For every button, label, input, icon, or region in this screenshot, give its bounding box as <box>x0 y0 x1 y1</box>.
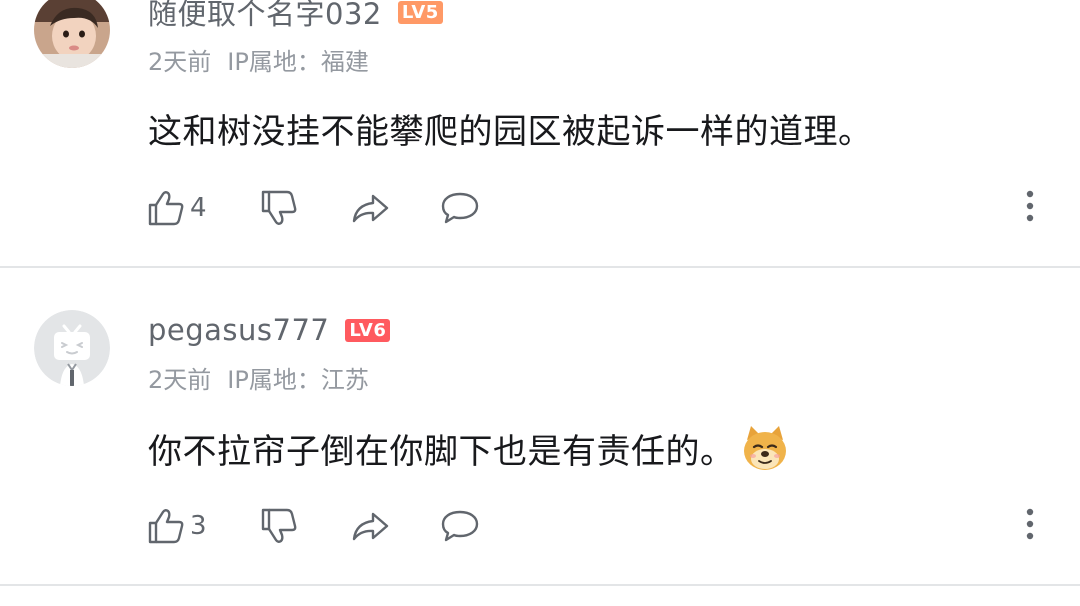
comment-text: 这和树没挂不能攀爬的园区被起诉一样的道理。 <box>148 104 873 152</box>
ip-location: IP属地：江苏 <box>227 366 369 394</box>
thumb-down-icon <box>259 506 299 546</box>
username-row: 随便取个名字032 LV5 <box>148 0 443 32</box>
divider <box>0 584 1080 586</box>
comment-item: 随便取个名字032 LV5 2天前 IP属地：福建 这和树没挂不能攀爬的园区被起… <box>0 0 1080 268</box>
comment-time: 2天前 <box>148 366 212 394</box>
like-button[interactable]: 3 <box>146 506 207 546</box>
reply-button[interactable] <box>439 506 481 546</box>
comment-actions: 3 <box>146 506 481 546</box>
like-button[interactable]: 4 <box>146 188 207 228</box>
comment-meta: 2天前 IP属地：江苏 <box>148 360 369 395</box>
thumb-up-icon <box>146 506 186 546</box>
level-badge: LV5 <box>397 0 443 24</box>
comment-text-body: 你不拉帘子倒在你脚下也是有责任的。 <box>148 431 735 472</box>
share-icon <box>349 506 391 546</box>
dislike-button[interactable] <box>259 188 299 228</box>
more-vertical-icon <box>1026 508 1034 544</box>
thumb-down-icon <box>259 188 299 228</box>
share-button[interactable] <box>349 506 391 546</box>
share-icon <box>349 188 391 228</box>
comment-actions: 4 <box>146 188 481 228</box>
like-count: 4 <box>190 193 207 223</box>
comment-list: 随便取个名字032 LV5 2天前 IP属地：福建 这和树没挂不能攀爬的园区被起… <box>0 0 1080 606</box>
level-badge: LV6 <box>345 318 391 342</box>
ip-location: IP属地：福建 <box>227 48 369 76</box>
share-button[interactable] <box>349 188 391 228</box>
comment-text: 你不拉帘子倒在你脚下也是有责任的。 <box>148 422 789 474</box>
more-vertical-icon <box>1026 190 1034 226</box>
username[interactable]: pegasus777 <box>148 313 329 347</box>
more-options-button[interactable] <box>1018 188 1042 228</box>
like-count: 3 <box>190 511 207 541</box>
avatar-photo <box>34 0 110 68</box>
comment-meta: 2天前 IP属地：福建 <box>148 42 369 77</box>
thumb-up-icon <box>146 188 186 228</box>
comment-item: pegasus777 LV6 2天前 IP属地：江苏 你不拉帘子倒在你脚下也是有… <box>0 268 1080 586</box>
more-options-button[interactable] <box>1018 506 1042 546</box>
reply-bubble-icon <box>439 506 481 546</box>
username[interactable]: 随便取个名字032 <box>148 0 382 33</box>
comment-text-body: 这和树没挂不能攀爬的园区被起诉一样的道理。 <box>148 111 873 152</box>
reply-bubble-icon <box>439 188 481 228</box>
avatar[interactable] <box>34 0 110 68</box>
comment-time: 2天前 <box>148 48 212 76</box>
reply-button[interactable] <box>439 188 481 228</box>
doge-emoji <box>741 424 789 472</box>
default-tv-avatar-icon <box>34 310 110 386</box>
dislike-button[interactable] <box>259 506 299 546</box>
username-row: pegasus777 LV6 <box>148 310 391 350</box>
avatar[interactable] <box>34 310 110 386</box>
